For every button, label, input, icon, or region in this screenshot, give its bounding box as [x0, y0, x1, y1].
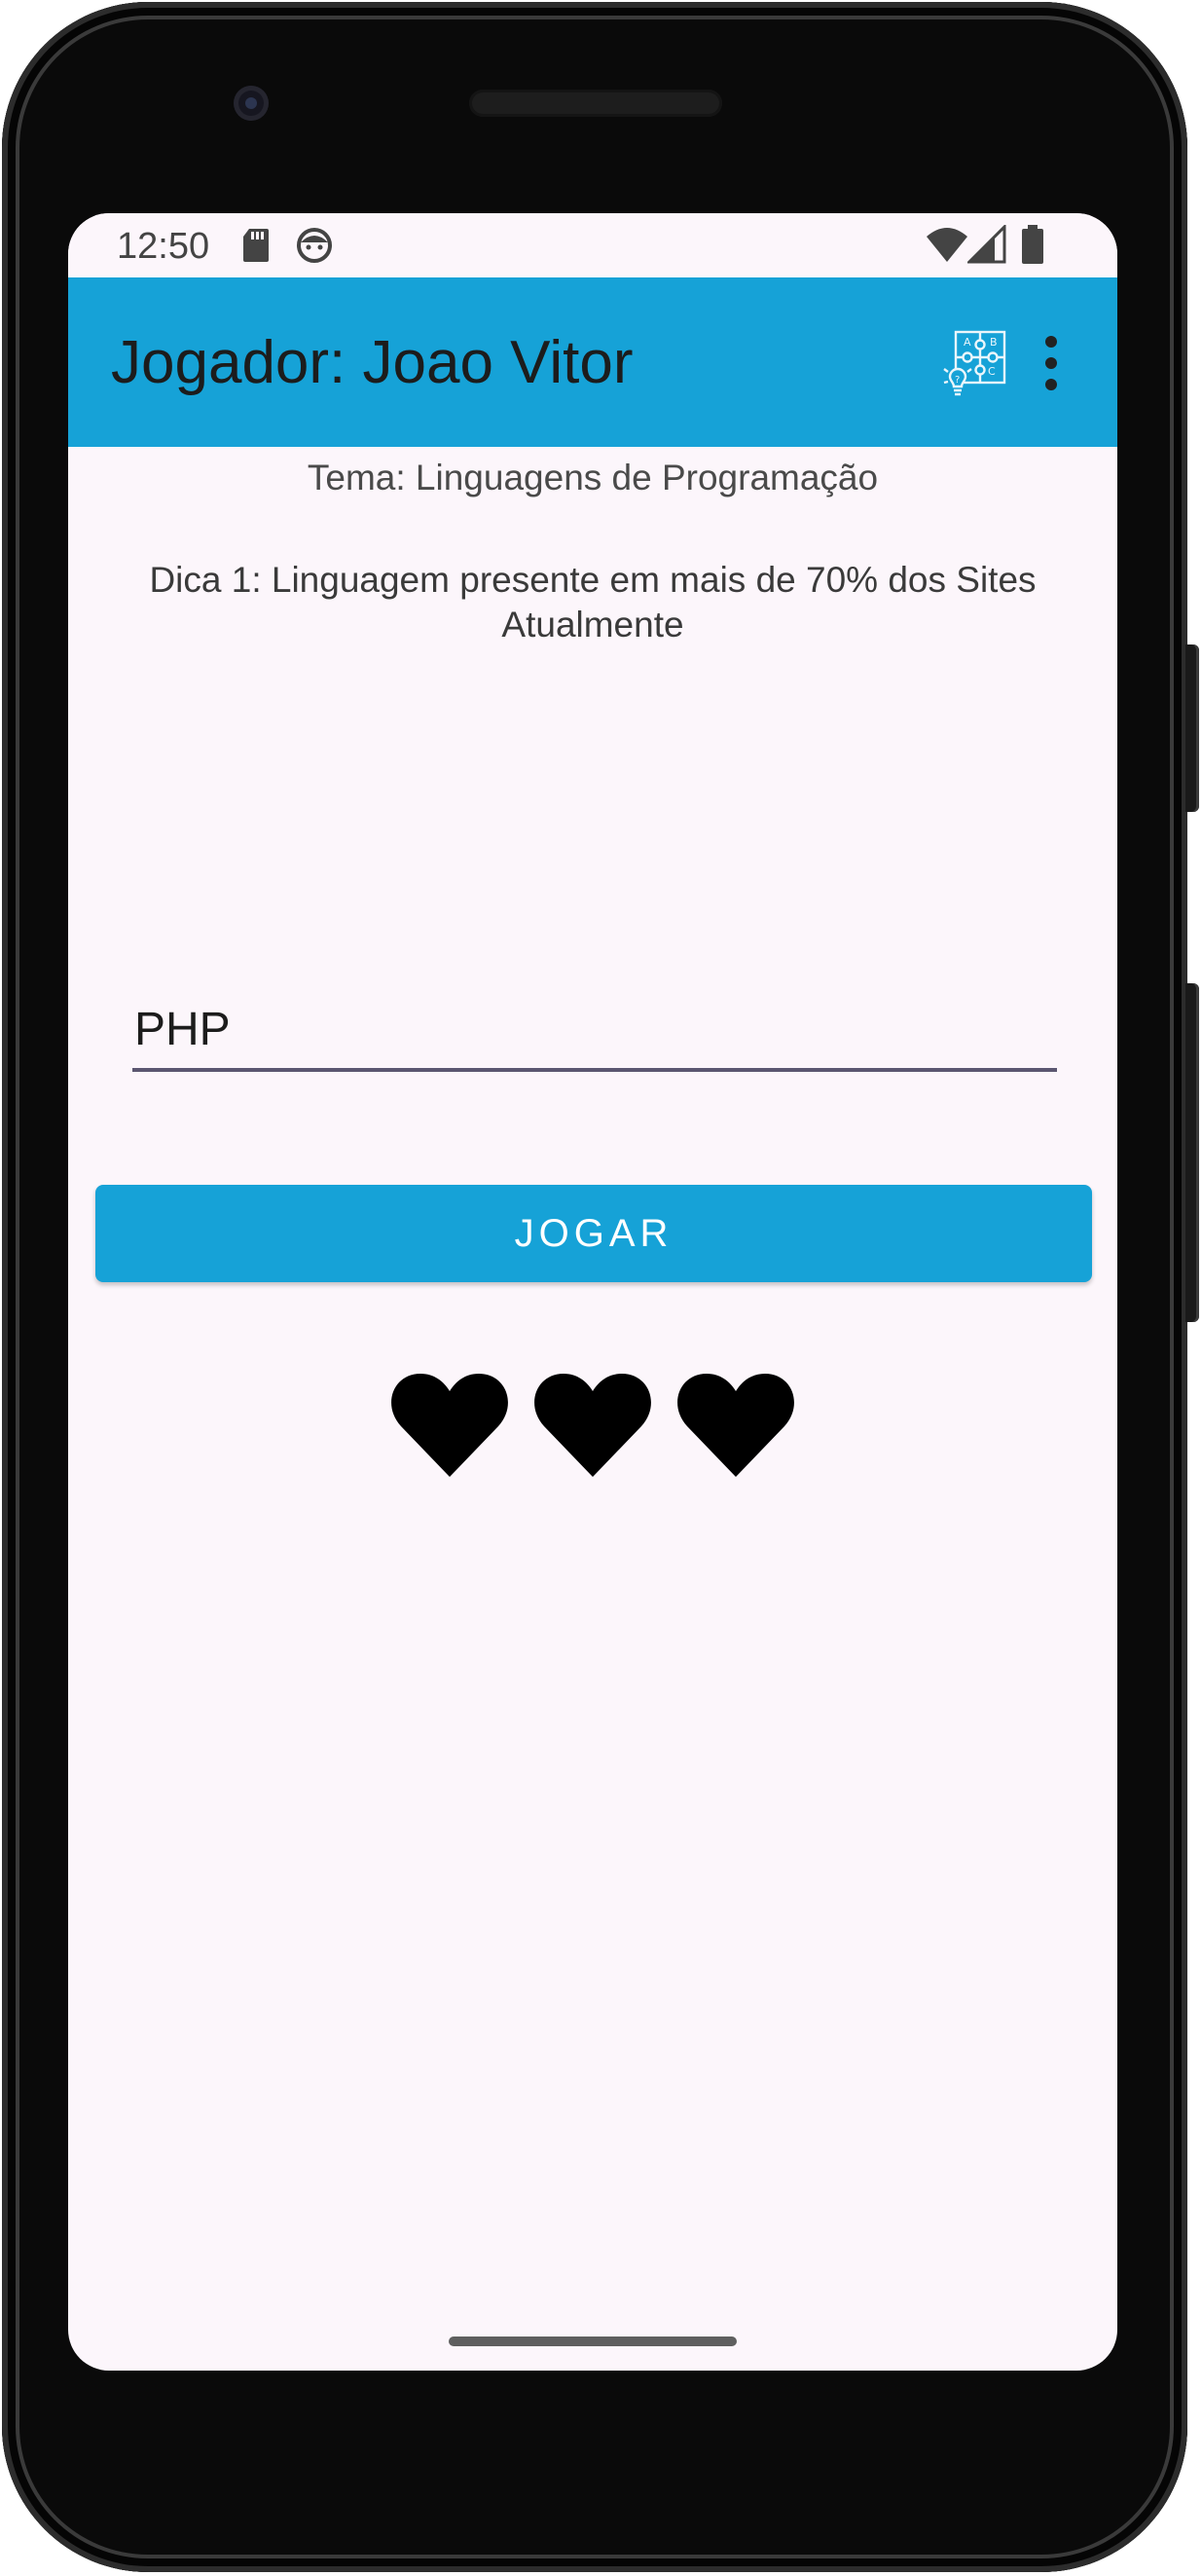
play-button[interactable]: JOGAR — [95, 1185, 1092, 1282]
svg-text:?: ? — [955, 375, 960, 386]
battery-icon — [1021, 225, 1044, 269]
screen: 12:50 Jogador: Joao Vitor A B C ? Tema: … — [68, 213, 1117, 2371]
status-bar: 12:50 — [68, 213, 1117, 277]
sd-card-icon — [241, 227, 271, 269]
volume-button — [1185, 983, 1199, 1322]
heart-icon — [532, 1370, 653, 1479]
gesture-nav-handle[interactable] — [449, 2337, 737, 2346]
signal-icon — [965, 223, 1006, 269]
front-camera — [234, 86, 269, 121]
status-time: 12:50 — [117, 226, 210, 267]
face-icon — [296, 227, 333, 269]
theme-label: Tema: Linguagens de Programação — [307, 458, 879, 497]
svg-text:C: C — [988, 365, 996, 378]
answer-input[interactable] — [132, 990, 1057, 1072]
app-bar: Jogador: Joao Vitor A B C ? — [68, 277, 1117, 447]
wifi-icon — [926, 225, 968, 269]
heart-icon — [389, 1370, 510, 1479]
svg-text:A: A — [964, 336, 971, 349]
heart-icon — [675, 1370, 796, 1479]
app-title: Jogador: Joao Vitor — [111, 329, 634, 396]
puzzle-hint-icon[interactable]: A B C ? — [942, 326, 1012, 404]
earpiece-speaker — [469, 90, 722, 117]
hint-text: Dica 1: Linguagem presente em mais de 70… — [149, 560, 1037, 644]
more-vert-icon[interactable] — [1032, 332, 1071, 394]
lives-indicator — [68, 1370, 1117, 1487]
power-button — [1185, 644, 1199, 812]
svg-text:B: B — [990, 336, 998, 349]
